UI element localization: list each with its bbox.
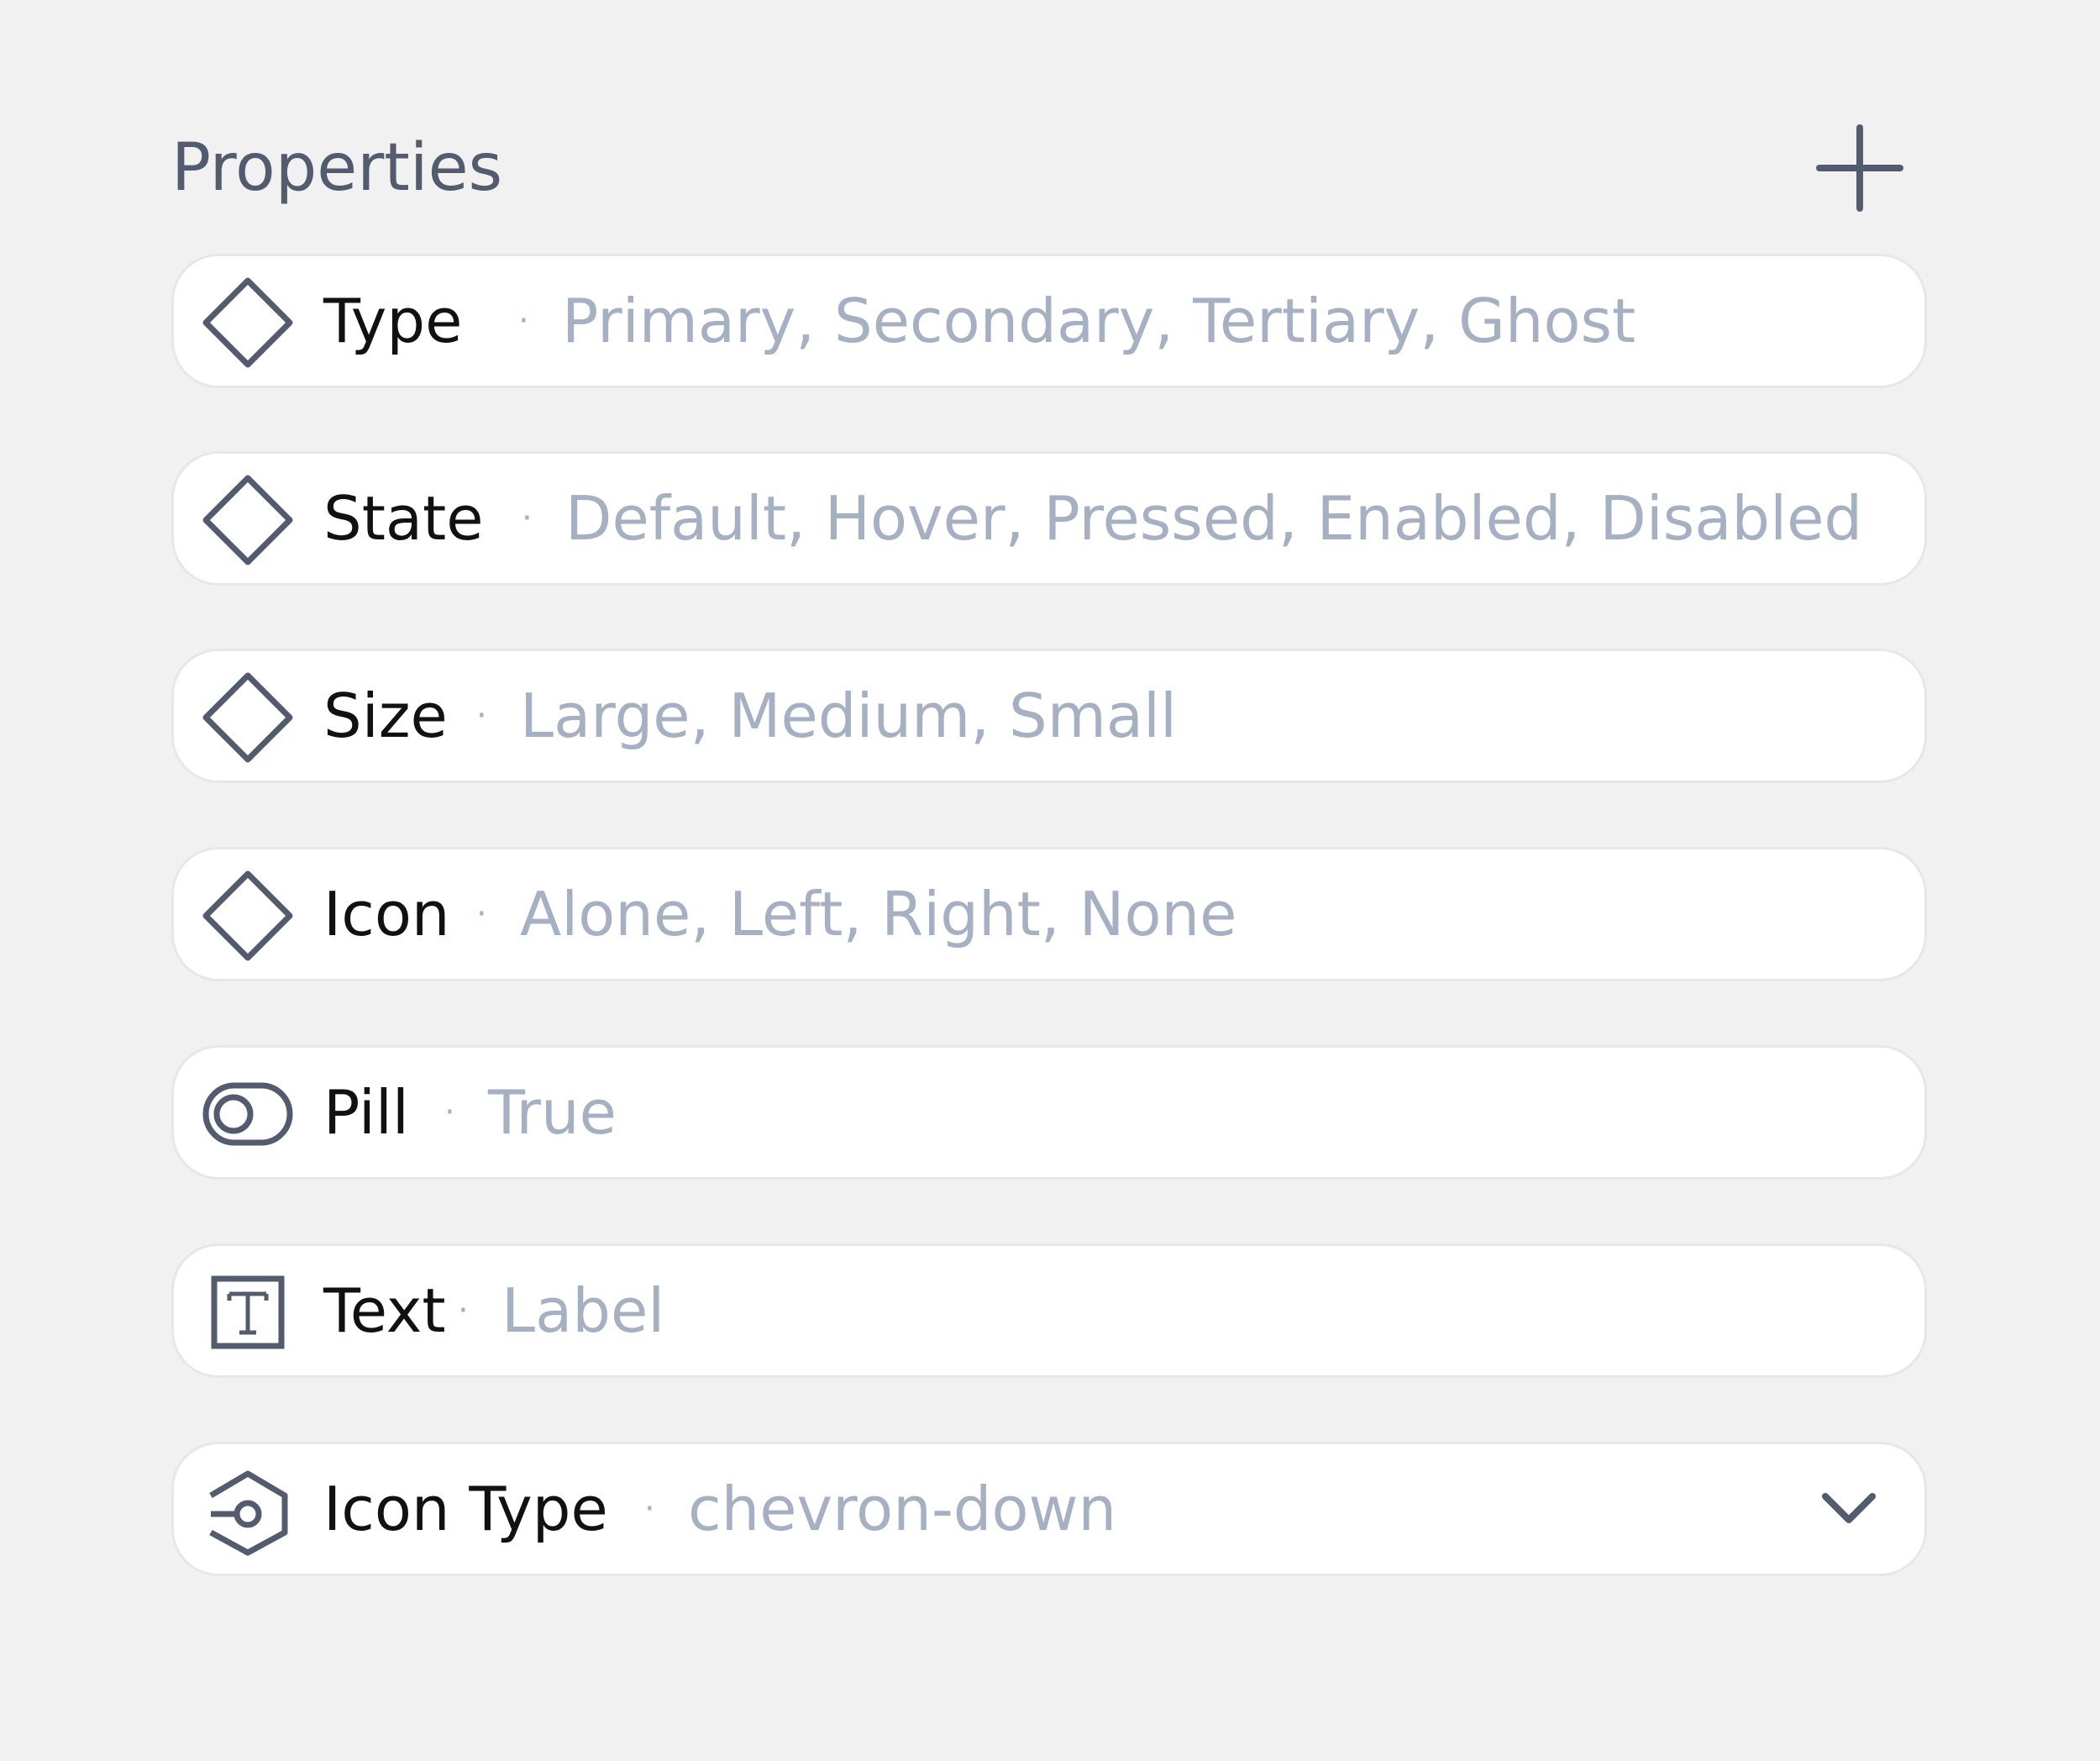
separator-dot: · [518,302,529,340]
property-name: Pill [323,1077,409,1148]
property-row-type[interactable]: Type · Primary, Secondary, Tertiary, Gho… [171,254,1927,388]
property-values: Primary, Secondary, Tertiary, Ghost [562,286,1636,356]
plus-icon [1816,124,1903,212]
toggle-icon [201,1067,295,1161]
separator-dot: · [522,499,533,538]
properties-panel: Properties Type · Primary, Secondary, Te… [0,0,2100,1761]
separator-dot: · [476,895,487,933]
property-row-size[interactable]: Size · Large, Medium, Small [171,649,1927,783]
chevron-down-icon[interactable] [1815,1476,1882,1543]
variant-diamond-icon [201,473,295,567]
text-icon [201,1265,295,1359]
property-row-pill[interactable]: Pill · True [171,1045,1927,1180]
panel-title: Properties [171,130,503,206]
variant-diamond-icon [201,276,295,370]
add-property-button[interactable] [1809,118,1910,218]
property-values: Alone, Left, Right, None [520,879,1237,949]
property-row-text[interactable]: Text · Label [171,1243,1927,1378]
variant-diamond-icon [201,869,295,963]
property-name: Icon [323,879,450,949]
separator-dot: · [458,1291,469,1330]
instance-swap-icon [201,1464,295,1558]
property-values: True [488,1077,617,1148]
property-name: Text [323,1275,446,1346]
property-row-icon-type[interactable]: Icon Type · chevron-down [171,1442,1927,1576]
separator-dot: · [644,1490,655,1528]
property-name: Size [323,681,448,751]
property-row-icon[interactable]: Icon · Alone, Left, Right, None [171,847,1927,981]
property-values: Large, Medium, Small [520,681,1177,751]
property-name: Icon Type [323,1474,608,1544]
property-values: Default, Hover, Pressed, Enabled, Disabl… [565,483,1863,554]
property-values: Label [501,1275,665,1346]
property-values: chevron-down [688,1474,1117,1544]
property-name: State [323,483,484,554]
variant-diamond-icon [201,670,295,765]
separator-dot: · [476,697,487,735]
panel-header: Properties [171,118,1930,218]
property-name: Type [323,286,463,356]
property-row-state[interactable]: State · Default, Hover, Pressed, Enabled… [171,451,1927,586]
separator-dot: · [444,1093,455,1132]
